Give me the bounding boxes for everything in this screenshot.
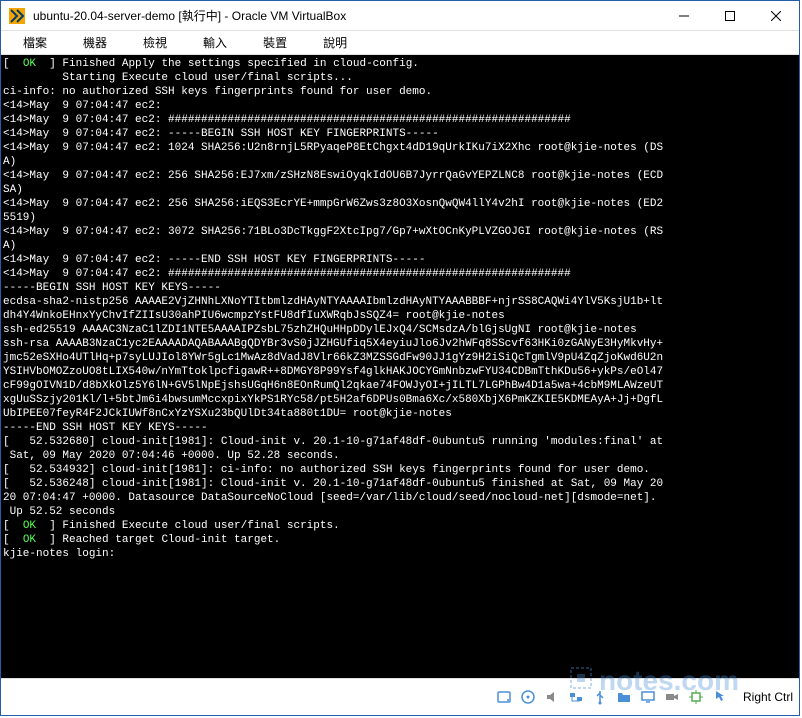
terminal-line: <14>May 9 07:04:47 ec2: <box>3 99 797 113</box>
window-title: ubuntu-20.04-server-demo [執行中] - Oracle … <box>33 7 661 24</box>
minimize-button[interactable] <box>661 1 707 31</box>
terminal-line: ssh-ed25519 AAAAC3NzaC1lZDI1NTE5AAAAIPZs… <box>3 323 797 337</box>
terminal-line: [ OK ] Finished Execute cloud user/final… <box>3 519 797 533</box>
terminal-line: Up 52.52 seconds <box>3 505 797 519</box>
terminal-line: <14>May 9 07:04:47 ec2: 1024 SHA256:U2n8… <box>3 141 797 155</box>
terminal-line: dh4Y4WnkoEHnxYyChvIfZIIsU30ahPIU6wcmpzYs… <box>3 309 797 323</box>
terminal-line: Starting Execute cloud user/final script… <box>3 71 797 85</box>
terminal-line: 5519) <box>3 211 797 225</box>
terminal-line: [ 52.536248] cloud-init[1981]: Cloud-ini… <box>3 477 797 491</box>
terminal-line: ssh-rsa AAAAB3NzaC1yc2EAAAADAQABAAABgQDY… <box>3 337 797 351</box>
terminal-line: kjie-notes login: <box>3 547 797 561</box>
terminal-line: <14>May 9 07:04:47 ec2: 256 SHA256:iEQS3… <box>3 197 797 211</box>
disk-icon[interactable] <box>495 688 513 706</box>
terminal-line: 20 07:04:47 +0000. Datasource DataSource… <box>3 491 797 505</box>
terminal-line: <14>May 9 07:04:47 ec2: ################… <box>3 113 797 127</box>
statusbar: Right Ctrl <box>1 678 799 714</box>
menubar: 檔案機器檢視輸入裝置說明 <box>1 31 799 55</box>
terminal-console[interactable]: [ OK ] Finished Apply the settings speci… <box>1 55 799 678</box>
recording-icon[interactable] <box>663 688 681 706</box>
terminal-line: [ OK ] Reached target Cloud-init target. <box>3 533 797 547</box>
close-button[interactable] <box>753 1 799 31</box>
terminal-line: ci-info: no authorized SSH keys fingerpr… <box>3 85 797 99</box>
terminal-line: Sat, 09 May 2020 07:04:46 +0000. Up 52.2… <box>3 449 797 463</box>
shared-folder-icon[interactable] <box>615 688 633 706</box>
menu-item[interactable]: 機器 <box>65 31 125 54</box>
menu-item[interactable]: 檔案 <box>5 31 65 54</box>
mouse-capture-icon[interactable] <box>711 688 729 706</box>
cpu-icon[interactable] <box>687 688 705 706</box>
host-key-indicator[interactable]: Right Ctrl <box>743 690 793 704</box>
menu-item[interactable]: 說明 <box>305 31 365 54</box>
terminal-line: <14>May 9 07:04:47 ec2: -----BEGIN SSH H… <box>3 127 797 141</box>
terminal-line: UbIPEE07feyR4F2JCkIUWf8nCxYzYSXu23bQUlDt… <box>3 407 797 421</box>
terminal-line: [ 52.534932] cloud-init[1981]: ci-info: … <box>3 463 797 477</box>
terminal-line: ecdsa-sha2-nistp256 AAAAE2VjZHNhLXNoYTIt… <box>3 295 797 309</box>
terminal-line: A) <box>3 239 797 253</box>
display-icon[interactable] <box>639 688 657 706</box>
terminal-line: -----BEGIN SSH HOST KEY KEYS----- <box>3 281 797 295</box>
terminal-line: jmc52eSXHo4UTlHq+p7syLUJIol8YWr5gLc1MwAz… <box>3 351 797 365</box>
optical-drive-icon[interactable] <box>519 688 537 706</box>
menu-item[interactable]: 檢視 <box>125 31 185 54</box>
virtualbox-window: ubuntu-20.04-server-demo [執行中] - Oracle … <box>0 0 800 716</box>
network-icon[interactable] <box>567 688 585 706</box>
titlebar: ubuntu-20.04-server-demo [執行中] - Oracle … <box>1 1 799 31</box>
menu-item[interactable]: 輸入 <box>185 31 245 54</box>
terminal-line: A) <box>3 155 797 169</box>
terminal-line: -----END SSH HOST KEY KEYS----- <box>3 421 797 435</box>
terminal-line: YSIHVbOMOZzoUO8tLIX540w/nYmTtoklpcfigawR… <box>3 365 797 379</box>
window-controls <box>661 1 799 31</box>
terminal-line: xgUuSSzjy201Kl/l+5btJm6i4bwsumMccxpixYkP… <box>3 393 797 407</box>
terminal-line: <14>May 9 07:04:47 ec2: 3072 SHA256:71BL… <box>3 225 797 239</box>
terminal-line: <14>May 9 07:04:47 ec2: 256 SHA256:EJ7xm… <box>3 169 797 183</box>
maximize-button[interactable] <box>707 1 753 31</box>
terminal-line: [ 52.532680] cloud-init[1981]: Cloud-ini… <box>3 435 797 449</box>
terminal-line: SA) <box>3 183 797 197</box>
menu-item[interactable]: 裝置 <box>245 31 305 54</box>
audio-icon[interactable] <box>543 688 561 706</box>
virtualbox-icon <box>9 8 25 24</box>
terminal-line: [ OK ] Finished Apply the settings speci… <box>3 57 797 71</box>
terminal-line: cF99gOIVN1D/d8bXkOlz5Y6lN+GV5lNpEjshsUGq… <box>3 379 797 393</box>
terminal-line: <14>May 9 07:04:47 ec2: ################… <box>3 267 797 281</box>
terminal-line: <14>May 9 07:04:47 ec2: -----END SSH HOS… <box>3 253 797 267</box>
usb-icon[interactable] <box>591 688 609 706</box>
